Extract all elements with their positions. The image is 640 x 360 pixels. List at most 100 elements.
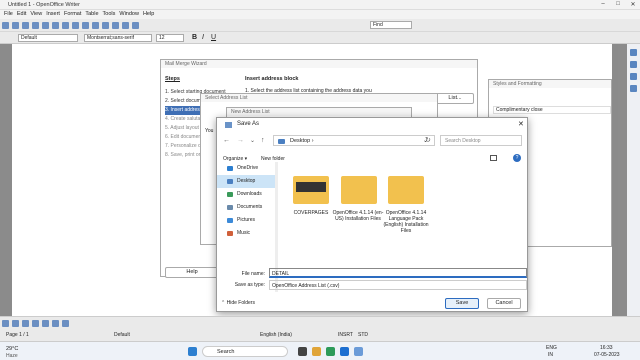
openoffice-taskbar-icon[interactable] <box>354 347 363 356</box>
styles-title: Styles and Formatting <box>489 80 611 88</box>
up-arrow-icon[interactable]: ↑ <box>261 137 265 144</box>
save-as-app-icon <box>225 122 232 128</box>
standard-toolbar: Find <box>0 19 640 32</box>
paragraph-style-select[interactable]: Default <box>18 34 78 42</box>
menu-format[interactable]: Format <box>64 10 81 19</box>
styles-icon[interactable] <box>630 61 637 68</box>
savetype-select[interactable]: OpenOffice Address List (.csv) <box>269 280 527 290</box>
folder-openoffice-icon[interactable] <box>341 176 377 204</box>
nav-pictures[interactable]: Pictures <box>217 214 277 227</box>
print-icon[interactable] <box>52 22 59 29</box>
menu-tools[interactable]: Tools <box>103 10 116 19</box>
folder-languagepack-icon[interactable] <box>388 176 424 204</box>
ellipse-icon[interactable] <box>32 320 39 327</box>
list-button[interactable]: List... <box>436 93 474 104</box>
recent-locations-chevron-icon[interactable]: ⌄ <box>250 137 255 144</box>
redo-icon[interactable] <box>112 22 119 29</box>
gallery-icon[interactable] <box>630 73 637 80</box>
pdf-icon[interactable] <box>42 22 49 29</box>
downloads-icon <box>227 192 233 197</box>
desktop-nav-icon <box>227 179 233 184</box>
menu-insert[interactable]: Insert <box>46 10 60 19</box>
start-icon[interactable] <box>188 347 197 356</box>
nav-onedrive[interactable]: OneDrive <box>217 162 277 175</box>
folder-coverpages-icon[interactable] <box>293 176 329 204</box>
navigator-icon[interactable] <box>630 85 637 92</box>
minimize-button[interactable]: – <box>596 1 610 9</box>
text-icon[interactable] <box>42 320 49 327</box>
save-button[interactable]: Save <box>445 298 479 309</box>
find-field[interactable]: Find <box>370 21 412 29</box>
address-desktop[interactable]: Desktop <box>290 138 310 144</box>
undo-icon[interactable] <box>102 22 109 29</box>
line-icon[interactable] <box>12 320 19 327</box>
language-indicator[interactable]: ENG <box>546 345 557 351</box>
nav-music[interactable]: Music <box>217 227 277 240</box>
menu-help[interactable]: Help <box>143 10 154 19</box>
select-icon[interactable] <box>2 320 9 327</box>
fontwork-icon[interactable] <box>62 320 69 327</box>
status-bar: Page 1 / 1 Default English (India) INSRT… <box>0 330 640 341</box>
filename-input[interactable]: DETAIL <box>269 268 527 278</box>
menu-table[interactable]: Table <box>85 10 98 19</box>
underline-button[interactable]: U <box>211 34 216 41</box>
window-title: Untitled 1 - OpenOffice Writer <box>8 2 80 8</box>
font-name-select[interactable]: Montserrat;sans-serif <box>84 34 152 42</box>
chrome-icon[interactable] <box>326 347 335 356</box>
format-toolbar: Default Montserrat;sans-serif 12 B I U <box>0 32 640 44</box>
rectangle-icon[interactable] <box>22 320 29 327</box>
save-as-title: Save As <box>237 121 260 127</box>
edit-icon[interactable] <box>32 22 39 29</box>
status-insert-mode[interactable]: INSRT <box>338 330 353 341</box>
back-arrow-icon[interactable]: ← <box>223 137 230 144</box>
save-icon[interactable] <box>22 22 29 29</box>
menu-window[interactable]: Window <box>119 10 139 19</box>
properties-icon[interactable] <box>630 49 637 56</box>
menu-edit[interactable]: Edit <box>17 10 26 19</box>
nav-downloads[interactable]: Downloads <box>217 188 277 201</box>
status-selection-mode[interactable]: STD <box>358 330 368 341</box>
forward-arrow-icon[interactable]: → <box>237 137 244 144</box>
cut-icon[interactable] <box>72 22 79 29</box>
italic-button[interactable]: I <box>202 34 204 41</box>
folder-languagepack-label[interactable]: OpenOffice 4.1.14 Language Pack (English… <box>379 210 433 234</box>
help-button[interactable]: Help <box>165 267 219 278</box>
maximize-button[interactable]: □ <box>611 1 625 9</box>
folder-coverpages-label[interactable]: COVERPAGES <box>284 210 338 216</box>
help-icon[interactable]: ? <box>513 154 521 162</box>
nav-desktop[interactable]: Desktop <box>217 175 277 188</box>
open-icon[interactable] <box>12 22 19 29</box>
hyperlink-icon[interactable] <box>122 22 129 29</box>
style-item[interactable]: Complimentary close <box>493 106 611 114</box>
menu-file[interactable]: File <box>4 10 13 19</box>
menu-view[interactable]: View <box>30 10 42 19</box>
table-icon[interactable] <box>132 22 139 29</box>
weather-condition: Haze <box>6 353 18 359</box>
mail-merge-title: Mail Merge Wizard <box>161 60 477 68</box>
savetype-label: Save as type: <box>234 282 265 288</box>
bold-button[interactable]: B <box>192 34 197 41</box>
weather-temp[interactable]: 29°C <box>6 346 18 352</box>
view-options-icon[interactable] <box>490 155 497 161</box>
taskbar-search[interactable]: Search <box>202 346 288 357</box>
file-explorer-icon[interactable] <box>312 347 321 356</box>
clock-time[interactable]: 16:33 <box>600 345 613 351</box>
filename-label: File name: <box>241 271 265 277</box>
search-desktop-input[interactable]: Search Desktop <box>440 135 522 146</box>
spellcheck-icon[interactable] <box>62 22 69 29</box>
hide-folders-toggle[interactable]: ⌃ Hide Folders <box>221 300 255 306</box>
refresh-icon[interactable]: ↻ <box>425 136 431 144</box>
copy-icon[interactable] <box>82 22 89 29</box>
address-bar[interactable]: Desktop › <box>273 135 435 146</box>
save-as-close-button[interactable]: ✕ <box>518 120 524 128</box>
cancel-button[interactable]: Cancel <box>487 298 521 309</box>
new-icon[interactable] <box>2 22 9 29</box>
edge-icon[interactable] <box>340 347 349 356</box>
task-view-icon[interactable] <box>298 347 307 356</box>
folder-openoffice-label[interactable]: OpenOffice 4.1.14 (en-US) Installation F… <box>331 210 385 222</box>
shapes-icon[interactable] <box>52 320 59 327</box>
paste-icon[interactable] <box>92 22 99 29</box>
font-size-select[interactable]: 12 <box>156 34 184 42</box>
nav-documents[interactable]: Documents <box>217 201 277 214</box>
close-button[interactable]: ✕ <box>626 1 640 9</box>
